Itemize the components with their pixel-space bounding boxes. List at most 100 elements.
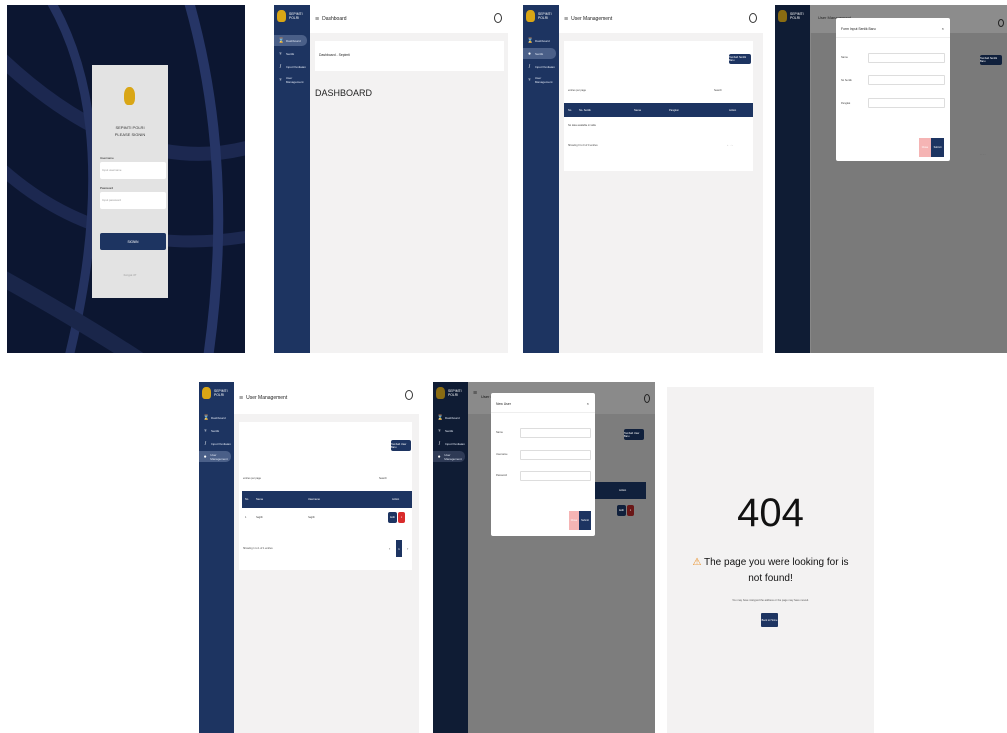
pagination-prev[interactable]: ‹ [389,546,390,551]
submit-button[interactable]: Submit [579,511,591,530]
sidebar-item-users[interactable]: ● User Management [199,451,231,462]
hourglass-icon: ⌛ [203,414,210,421]
senlik-main: Tambah Senlik Baru entries per page Sear… [559,33,763,353]
col-nama: Nama [256,498,263,501]
hourglass-icon: ⌛ [278,37,285,44]
password-label: Password [100,186,114,190]
topbar: ≡User Management [559,5,763,33]
pangkat-field[interactable] [868,98,945,108]
users-icon: ♆ [278,76,283,83]
brand-line2: POLRI [289,16,300,20]
sidebar-item-label: Senlik [535,51,544,56]
close-icon[interactable]: × [587,401,589,406]
menu-icon[interactable]: ≡ [564,16,568,23]
brand-line2: POLRI [790,16,801,20]
close-button[interactable]: Close [919,138,931,157]
sidebar-item-label: Input Penilaian [286,64,306,69]
sidebar-item-dashboard[interactable]: ⌛ Dashboard [199,412,234,423]
sidebar-item-input[interactable]: / Input Penilaian [199,438,234,449]
row-nama: hagith [256,516,263,519]
search-input[interactable]: Search [714,89,722,92]
add-senlik-button: Tambah Senlik Baru [980,55,1002,65]
police-emblem-icon [277,10,286,22]
sidebar-item-senlik: ♆ Senlik [433,425,468,436]
users-icon: ♆ [527,76,532,83]
breadcrumb: Dashboard - Sepimti [315,41,504,71]
brand-text: SEPIMTI POLRI [448,389,462,397]
col-pangkat: Pangkat [669,108,679,112]
search-input[interactable]: Search [379,477,387,480]
pagination[interactable]: ‹ · · › [727,144,732,147]
sidebar-item-label: Senlik [286,51,295,56]
nama-field[interactable] [868,53,945,63]
user-icon [644,394,650,403]
sidebar-item-users[interactable]: ♆ User Management [274,74,310,85]
pencil-icon: / [438,440,441,447]
close-icon[interactable]: × [942,26,944,31]
username-field[interactable] [520,450,591,460]
sidebar-item-label: User Management [534,75,553,84]
menu-icon[interactable]: ≡ [315,16,319,23]
sidebar-item-dashboard[interactable]: ⌛ Dashboard [523,35,559,46]
row-no: 1 [245,516,247,519]
sidebar-item-senlik[interactable]: ♆ Senlik [274,48,310,59]
sidebar-item-senlik[interactable]: ♆ Senlik [199,425,234,436]
edit-button[interactable]: Edit [388,512,397,523]
col-action: Action [729,108,737,112]
user-icon[interactable] [405,390,413,400]
modal-title: New User [496,402,511,406]
add-senlik-button[interactable]: Tambah Senlik Baru [729,54,751,64]
username-label: Username [100,156,114,160]
sidebar-item-label: User Management [285,75,304,84]
col-no: No [245,498,249,501]
back-home-button[interactable]: Back to Home [761,613,778,627]
empty-table-text: No data available in table [568,124,597,127]
pagination-page[interactable]: 1 [396,540,402,557]
sidebar-item-dashboard[interactable]: ⌛ Dashboard [274,35,307,46]
users-main: Tambah User Baru entries per page Search… [234,414,419,733]
sidebar-item-users[interactable]: ♆ User Management [523,74,559,85]
table-info: Showing 0 to 0 of 0 entries [568,144,598,147]
sidebar-item-senlik[interactable]: ● Senlik [523,48,556,59]
menu-icon[interactable]: ≡ [239,395,243,402]
close-button[interactable]: Close [569,511,579,530]
username-field[interactable]: Input username [100,162,166,179]
error-line1: The page you were looking for is [704,557,849,568]
new-user-modal-screen: SEPIMTI POLRI ⌛ Dashboard ♆ Senlik / Input P… [433,382,655,733]
page-title: Dashboard [322,16,347,22]
forgot-link[interactable]: Forgot it? [92,273,168,277]
nama-field[interactable] [520,428,591,438]
password-field[interactable]: Input password [100,192,166,209]
delete-button[interactable]: × [398,512,405,523]
entries-select[interactable]: entries per page [243,477,261,480]
sidebar-item-users: ● User Management [433,451,465,462]
add-user-button[interactable]: Tambah User Baru [391,440,411,451]
hourglass-icon: ⌛ [437,414,444,421]
sidebar-item-input[interactable]: / Input Penilaian [274,61,310,72]
user-icon[interactable] [749,13,757,23]
menu-icon: ≡ [473,390,478,397]
signin-button[interactable]: SIGNIN [100,233,166,250]
col-nama: Nama [634,108,641,112]
sidebar: SEPIMTI POLRI [775,5,810,353]
senlik-field[interactable] [868,75,945,85]
login-card: SEPIMTI POLRI PLEASE SIGNIN Username Inp… [92,65,168,298]
sidebar-item-label: User Management [444,452,462,461]
new-user-modal: New User × Nama Username Password Close … [491,393,595,536]
entries-select[interactable]: entries per page [568,89,586,92]
field-label: Username [496,453,508,456]
submit-button[interactable]: Submit [931,138,944,157]
user-icon[interactable] [494,13,502,23]
pencil-icon: / [528,63,531,70]
password-field[interactable] [520,471,591,481]
table-header: Action [591,482,646,499]
pagination-next[interactable]: › [407,546,408,551]
brand-text: SEPIMTI POLRI [538,12,552,20]
sidebar-item-input[interactable]: / Input Penilaian [523,61,559,72]
brand-text: SEPIMTI POLRI [214,389,228,397]
login-brand: SEPIMTI POLRI [115,125,145,130]
sidebar-item-label: Dashboard [445,415,460,420]
police-emblem-icon [124,87,135,105]
sidebar-item-label: Dashboard [211,415,226,420]
police-emblem-icon [202,387,211,399]
